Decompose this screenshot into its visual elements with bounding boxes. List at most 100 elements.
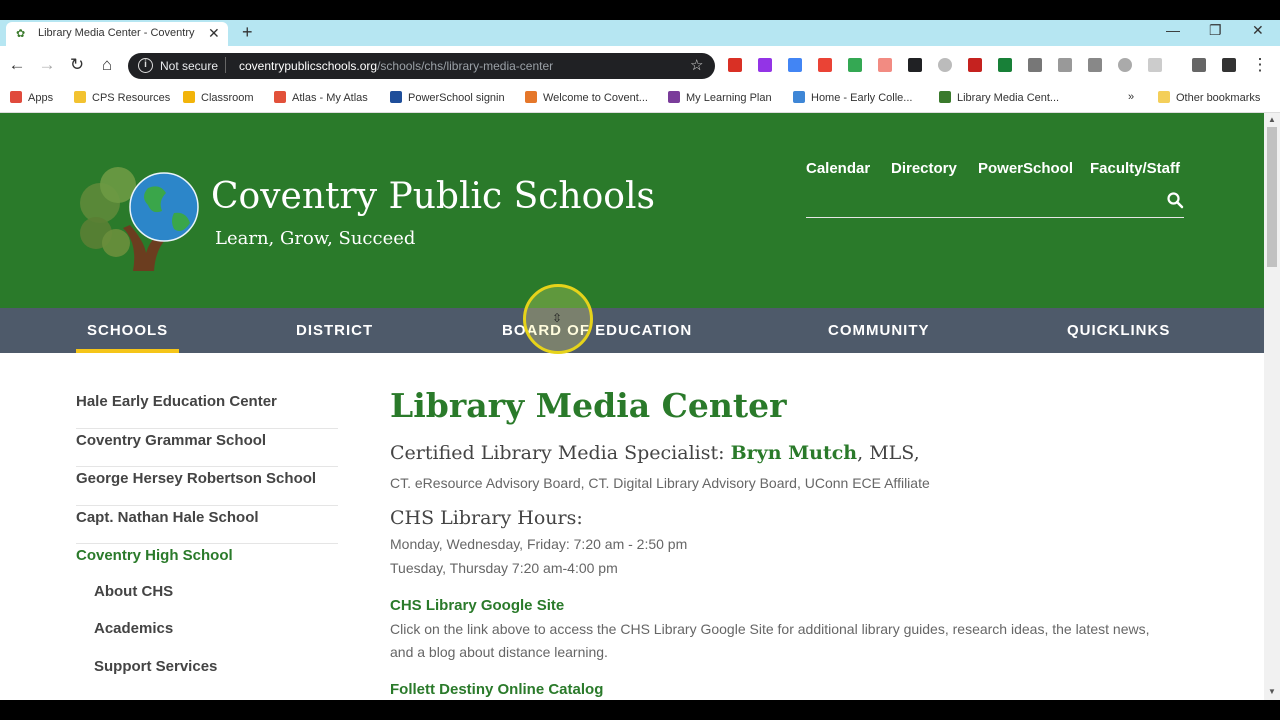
- tree-favicon-icon: ✿: [16, 28, 26, 40]
- sidebar-item-robertson[interactable]: George Hersey Robertson School: [76, 467, 338, 506]
- scroll-up-icon[interactable]: ▲: [1268, 115, 1276, 124]
- extension-pdf-icon[interactable]: [1058, 58, 1072, 72]
- specialist-name-link[interactable]: Bryn Mutch: [731, 442, 858, 464]
- bookmark-item[interactable]: Library Media Cent...: [939, 91, 1059, 104]
- bank-icon[interactable]: [1222, 58, 1236, 72]
- bookmark-item[interactable]: Home - Early Colle...: [793, 91, 912, 104]
- extension-blue-icon[interactable]: [788, 58, 802, 72]
- cast-icon[interactable]: [1192, 58, 1206, 72]
- info-icon[interactable]: i: [138, 58, 153, 73]
- url-text[interactable]: coventrypublicschools.org/schools/chs/li…: [239, 59, 553, 73]
- specialist-line: Certified Library Media Specialist: Bryn…: [390, 442, 920, 464]
- new-tab-button[interactable]: +: [242, 22, 253, 43]
- address-bar[interactable]: i Not secure coventrypublicschools.org/s…: [128, 53, 715, 79]
- bookmark-favicon-icon: [939, 91, 951, 103]
- scroll-thumb[interactable]: [1267, 127, 1277, 267]
- bookmark-label: Classroom: [201, 92, 254, 104]
- tree-globe-logo-icon: [80, 167, 199, 271]
- bookmark-label: PowerSchool signin: [408, 92, 505, 104]
- bookmark-item[interactable]: PowerSchool signin: [390, 91, 505, 104]
- scroll-down-icon[interactable]: ▼: [1268, 687, 1276, 696]
- bookmark-item[interactable]: Atlas - My Atlas: [274, 91, 368, 104]
- bookmark-item[interactable]: CPS Resources: [74, 91, 170, 104]
- extension-screenshot-icon[interactable]: [908, 58, 922, 72]
- extension-leaf-icon[interactable]: [1118, 58, 1132, 72]
- bookmark-star-icon[interactable]: ☆: [690, 56, 703, 74]
- bookmark-label: Library Media Cent...: [957, 92, 1060, 104]
- screen-top-border: [0, 0, 1280, 20]
- bookmark-label: My Learning Plan: [686, 92, 772, 104]
- browser-tab[interactable]: ✿ Library Media Center - Coventry ✕: [6, 22, 228, 46]
- affiliations-text: CT. eResource Advisory Board, CT. Digita…: [390, 475, 930, 491]
- bookmark-favicon-icon: [74, 91, 86, 103]
- specialist-suffix: , MLS,: [857, 442, 920, 464]
- google-site-link[interactable]: CHS Library Google Site: [390, 597, 564, 614]
- bookmarks-bar: Apps CPS Resources Classroom Atlas - My Atl…: [0, 86, 1280, 113]
- bookmark-item[interactable]: My Learning Plan: [668, 91, 772, 104]
- directory-link[interactable]: Directory: [891, 160, 957, 177]
- minimize-icon[interactable]: —: [1166, 22, 1180, 38]
- forward-icon[interactable]: →: [37, 55, 57, 75]
- site-tagline: Learn, Grow, Succeed: [215, 228, 416, 249]
- sidebar-subitem-support[interactable]: Support Services: [76, 658, 338, 696]
- sidebar-subitem-academics[interactable]: Academics: [76, 620, 338, 658]
- extension-green-icon[interactable]: [848, 58, 862, 72]
- calendar-link[interactable]: Calendar: [806, 160, 870, 177]
- extension-pin-icon[interactable]: [1028, 58, 1042, 72]
- nav-community[interactable]: COMMUNITY: [828, 322, 930, 339]
- extension-sheets-icon[interactable]: [998, 58, 1012, 72]
- home-icon[interactable]: ⌂: [97, 55, 117, 75]
- hours-line-1: Monday, Wednesday, Friday: 7:20 am - 2:5…: [390, 536, 688, 552]
- site-title[interactable]: Coventry Public Schools: [211, 176, 655, 217]
- back-icon[interactable]: ←: [7, 55, 27, 75]
- restore-icon[interactable]: ❐: [1209, 22, 1222, 39]
- other-bookmarks-folder[interactable]: Other bookmarks: [1158, 91, 1260, 104]
- close-tab-icon[interactable]: ✕: [208, 25, 220, 42]
- reload-icon[interactable]: ↻: [67, 55, 87, 75]
- extension-shield-icon[interactable]: [968, 58, 982, 72]
- active-nav-indicator: [76, 349, 179, 353]
- bookmark-label: Apps: [28, 92, 54, 104]
- more-bookmarks-button[interactable]: »: [1128, 91, 1134, 103]
- site-search-input[interactable]: [806, 217, 1184, 218]
- screen-bottom-border: [0, 700, 1280, 720]
- faculty-staff-link[interactable]: Faculty/Staff: [1090, 160, 1180, 177]
- follett-catalog-link[interactable]: Follett Destiny Online Catalog: [390, 681, 603, 698]
- sidebar-subitem-about[interactable]: About CHS: [76, 583, 338, 621]
- bookmark-favicon-icon: [274, 91, 286, 103]
- hours-line-2: Tuesday, Thursday 7:20 am-4:00 pm: [390, 560, 618, 576]
- bookmark-label: Home - Early Colle...: [811, 92, 913, 104]
- extension-grid-icon[interactable]: [1148, 58, 1162, 72]
- close-window-icon[interactable]: ✕: [1252, 22, 1264, 39]
- bookmark-label: Welcome to Covent...: [543, 92, 648, 104]
- url-host: coventrypublicschools.org: [239, 59, 378, 73]
- folder-icon: [1158, 91, 1170, 103]
- extension-pink-icon[interactable]: [878, 58, 892, 72]
- not-secure-label: Not secure: [160, 59, 219, 73]
- page-scrollbar[interactable]: ▲ ▼: [1264, 113, 1280, 700]
- extension-bookmark-icon[interactable]: [818, 58, 832, 72]
- extension-circle-icon[interactable]: [938, 58, 952, 72]
- search-icon[interactable]: [1166, 191, 1184, 209]
- extension-red-icon[interactable]: [728, 58, 742, 72]
- browser-toolbar: ← → ↻ ⌂ i Not secure coventrypublicschoo…: [0, 46, 1280, 86]
- sidebar-item-hale-early[interactable]: Hale Early Education Center: [76, 390, 338, 429]
- menu-kebab-icon[interactable]: ⋮: [1250, 55, 1270, 75]
- main-nav: SCHOOLS DISTRICT BOARD OF EDUCATION COMM…: [0, 308, 1264, 353]
- bookmark-item[interactable]: Classroom: [183, 91, 254, 104]
- bookmark-item[interactable]: Welcome to Covent...: [525, 91, 648, 104]
- nav-schools[interactable]: SCHOOLS: [87, 322, 168, 339]
- site-header: Coventry Public Schools Learn, Grow, Suc…: [0, 113, 1264, 308]
- sidebar-item-high-school[interactable]: Coventry High School: [76, 544, 338, 583]
- sidebar-item-grammar[interactable]: Coventry Grammar School: [76, 429, 338, 467]
- nav-quicklinks[interactable]: QUICKLINKS: [1067, 322, 1170, 339]
- powerschool-link[interactable]: PowerSchool: [978, 160, 1073, 177]
- bookmark-label: CPS Resources: [92, 92, 171, 104]
- extension-d-icon[interactable]: [1088, 58, 1102, 72]
- bookmark-label: Atlas - My Atlas: [292, 92, 368, 104]
- url-path: /schools/chs/library-media-center: [377, 59, 554, 73]
- bookmark-item[interactable]: Apps: [10, 91, 53, 104]
- extension-purple-icon[interactable]: [758, 58, 772, 72]
- sidebar-item-nathan-hale[interactable]: Capt. Nathan Hale School: [76, 506, 338, 544]
- nav-district[interactable]: DISTRICT: [296, 322, 373, 339]
